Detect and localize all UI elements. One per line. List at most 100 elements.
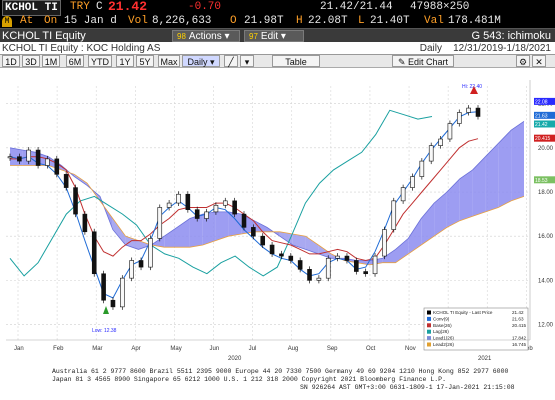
session-label: On xyxy=(44,15,58,27)
price-candle xyxy=(307,269,312,281)
close-icon[interactable]: ✕ xyxy=(532,55,546,67)
x-tick-label: Jul xyxy=(249,346,257,352)
range-1y-button[interactable]: 1Y xyxy=(116,55,134,67)
high-label: H xyxy=(296,15,303,27)
legend-swatch xyxy=(427,316,431,321)
date-range: 12/31/2019-1/18/2021 xyxy=(453,43,551,54)
security-title: KCHOL TI Equity xyxy=(2,30,86,42)
price-candle xyxy=(185,193,191,210)
range-6m-button[interactable]: 6M xyxy=(66,55,84,67)
open-label: O xyxy=(230,15,237,27)
at-label: At xyxy=(20,15,34,27)
y-tick-label: 12.00 xyxy=(538,323,554,329)
range-ytd-button[interactable]: YTD xyxy=(88,55,112,67)
line-chart-icon[interactable]: ╱ xyxy=(224,55,238,67)
conversion-line xyxy=(9,111,479,299)
settings-icon[interactable]: ⚙ xyxy=(516,55,530,67)
right-axis-tag-label: 20.415 xyxy=(535,136,551,142)
legend-item-value: 16.745 xyxy=(512,342,526,347)
price-candle xyxy=(138,260,144,268)
price-candle xyxy=(447,123,453,140)
x-tick-label: Apr xyxy=(131,346,140,352)
price-candle xyxy=(288,255,294,261)
price-candle xyxy=(428,145,434,162)
x-tick-label: Aug xyxy=(288,346,299,352)
chart-canvas[interactable]: 22.0020.0018.0016.0014.0012.00JanFebMarA… xyxy=(0,68,555,368)
legend-item-value: 21.63 xyxy=(512,316,524,321)
price-candle xyxy=(241,213,247,228)
period-range: Daily 12/31/2019-1/18/2021 xyxy=(420,42,551,55)
price-candle xyxy=(176,193,181,204)
price-candle xyxy=(391,200,397,230)
price-change: -0.70 xyxy=(188,1,222,13)
chart-type-dropdown-icon[interactable]: ▾ xyxy=(240,55,254,67)
range-5y-button[interactable]: 5Y xyxy=(136,55,154,67)
price-candle xyxy=(344,255,350,261)
year-label: 2020 xyxy=(228,356,242,362)
range-1d-button[interactable]: 1D xyxy=(2,55,20,67)
right-axis-tag-label: 18.53 xyxy=(535,178,548,184)
low-annotation: Low: 12.38 xyxy=(92,328,117,334)
edit-menu-button[interactable]: 97 Edit ▾ xyxy=(244,30,304,42)
period-label: Daily xyxy=(419,43,442,54)
y-tick-label: 14.00 xyxy=(538,278,554,284)
pencil-icon: ✎ xyxy=(397,57,408,67)
actions-menu-button[interactable]: 98 Actions ▾ xyxy=(172,30,240,42)
ichimoku-cloud-segment xyxy=(485,143,499,212)
legend-item-value: 20.415 xyxy=(512,323,526,328)
price-candle xyxy=(194,209,200,219)
edit-chart-button[interactable]: ✎ Edit Chart xyxy=(392,55,454,67)
frequency-select[interactable]: Daily ▾ xyxy=(182,55,220,67)
lead1-line xyxy=(9,120,525,261)
price-candle xyxy=(166,202,172,208)
x-tick-label: Sep xyxy=(327,346,338,352)
y-tick-label: 20.00 xyxy=(538,146,554,152)
year-label: 2021 xyxy=(478,356,492,362)
ichimoku-cloud-segment xyxy=(446,178,460,228)
bid-ask: 21.42/21.44 xyxy=(320,1,393,13)
value-label: Val xyxy=(424,15,444,27)
price-candle xyxy=(456,112,462,124)
low-label: L xyxy=(358,15,365,27)
ichimoku-chart[interactable]: 22.0020.0018.0016.0014.0012.00JanFebMarA… xyxy=(0,68,555,368)
price-candle xyxy=(157,207,163,239)
low-value: 21.40T xyxy=(370,15,410,27)
frequency-value: Daily xyxy=(187,57,208,67)
x-tick-label: May xyxy=(170,346,181,352)
price-candle xyxy=(251,227,256,237)
ichimoku-cloud-segment xyxy=(408,218,422,254)
range-max-button[interactable]: Max xyxy=(158,55,180,67)
exchange-status-icon: M xyxy=(2,16,12,27)
price-candle xyxy=(54,158,60,175)
price-candle xyxy=(110,299,116,308)
legend-swatch xyxy=(427,323,431,328)
edit-menu-number: 97 xyxy=(249,32,258,41)
price-candle xyxy=(335,255,340,259)
x-tick-label: Jan xyxy=(14,346,24,352)
actions-menu-label: Actions xyxy=(188,31,222,42)
legend-swatch xyxy=(427,310,431,315)
edit-menu-label: Edit xyxy=(260,31,279,42)
table-button[interactable]: Table xyxy=(272,55,320,67)
ichimoku-cloud-segment xyxy=(189,214,203,248)
range-3d-button[interactable]: 3D xyxy=(22,55,40,67)
ichimoku-cloud-segment xyxy=(472,156,486,217)
range-1m-button[interactable]: 1M xyxy=(42,55,60,67)
right-axis-tag-label: 21.42 xyxy=(535,122,548,128)
price-candle xyxy=(269,244,275,255)
price-candle xyxy=(410,176,415,188)
price-candle xyxy=(400,187,406,202)
copyright-footer: Australia 61 2 9777 8600 Brazil 5511 239… xyxy=(0,368,555,400)
low-marker xyxy=(103,306,109,314)
legend-item-label: KCHOL TI Equity - Last Price xyxy=(433,310,493,315)
y-tick-label: 18.00 xyxy=(538,190,554,196)
ichimoku-cloud-segment xyxy=(215,211,229,241)
chevron-down-icon: ▾ xyxy=(207,57,215,67)
price-candle xyxy=(73,187,78,215)
x-tick-label: Jun xyxy=(210,346,220,352)
function-bar: KCHOL TI Equity 98 Actions ▾ 97 Edit ▾ G 5… xyxy=(0,28,555,42)
price-candle xyxy=(7,156,13,159)
price-candle xyxy=(204,211,209,219)
price-candle xyxy=(120,277,125,308)
high-value: 22.08T xyxy=(308,15,348,27)
